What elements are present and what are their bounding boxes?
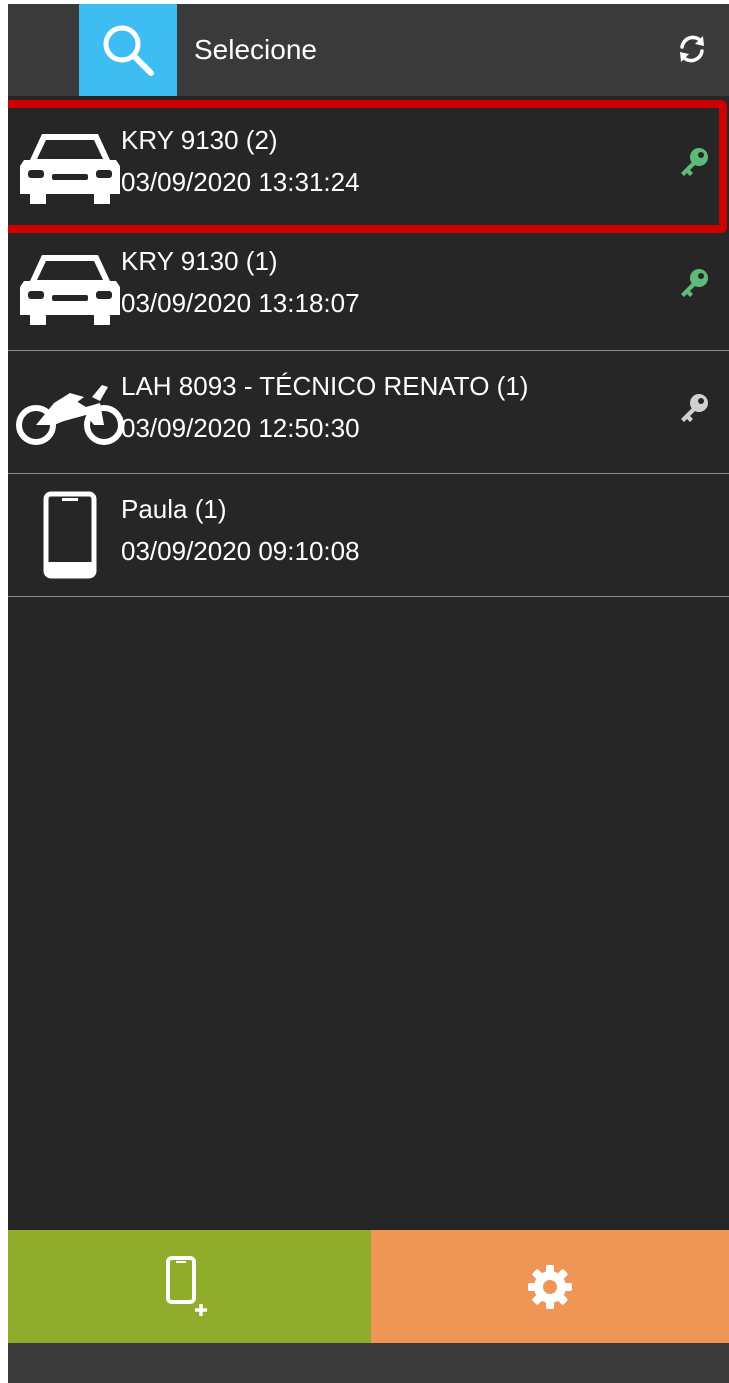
device-name: KRY 9130 (1) (121, 246, 278, 276)
key-icon (681, 394, 708, 422)
phone-icon (14, 488, 126, 582)
refresh-icon (680, 35, 704, 63)
header-bar: Selecione (8, 4, 729, 96)
device-row[interactable]: Paula (1) 03/09/2020 09:10:08 (8, 474, 729, 597)
device-timestamp: 03/09/2020 13:18:07 (121, 288, 360, 318)
settings-button[interactable] (371, 1230, 729, 1343)
refresh-button[interactable] (669, 26, 715, 72)
device-row[interactable]: KRY 9130 (1) 03/09/2020 13:18:07 (8, 224, 729, 351)
search-button[interactable] (79, 4, 177, 96)
motorcycle-icon (14, 365, 126, 459)
device-row[interactable]: LAH 8093 - TÉCNICO RENATO (1) 03/09/2020… (8, 351, 729, 474)
device-list: KRY 9130 (2) 03/09/2020 13:31:24 KRY 913… (8, 105, 729, 597)
bottom-bar (8, 1343, 729, 1383)
footer-actions (8, 1230, 729, 1343)
car-icon (14, 240, 126, 334)
device-name: KRY 9130 (2) (121, 125, 278, 155)
search-icon (103, 25, 154, 76)
device-name: LAH 8093 - TÉCNICO RENATO (1) (121, 371, 529, 401)
add-device-icon (165, 1255, 207, 1316)
page-title: Selecione (194, 34, 317, 65)
add-device-button[interactable] (8, 1230, 371, 1343)
key-icon (681, 269, 708, 297)
key-icon (681, 148, 708, 176)
device-timestamp: 03/09/2020 12:50:30 (121, 413, 360, 443)
device-name: Paula (1) (121, 494, 227, 524)
app-screen: Selecione KRY 9130 (2) 03/09/2020 13:31:… (8, 4, 729, 1383)
device-row[interactable]: KRY 9130 (2) 03/09/2020 13:31:24 (8, 105, 729, 224)
device-timestamp: 03/09/2020 09:10:08 (121, 536, 360, 566)
car-icon (14, 119, 126, 213)
device-timestamp: 03/09/2020 13:31:24 (121, 167, 360, 197)
gear-icon (528, 1264, 572, 1309)
